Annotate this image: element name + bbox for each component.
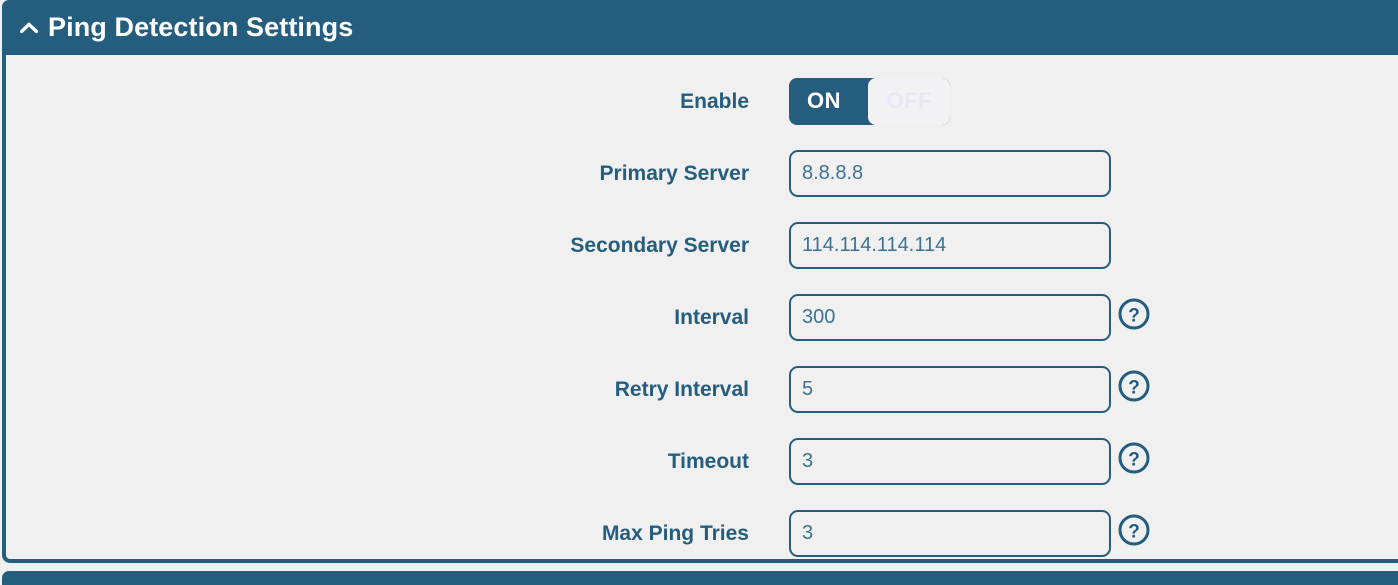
settings-screen: Ping Detection Settings Enable ON OFF Pr… — [0, 0, 1398, 585]
field-control-primary-server — [789, 149, 1157, 197]
panel-header[interactable]: Ping Detection Settings — [2, 0, 1398, 55]
form-row-secondary-server: Secondary Server — [6, 209, 1398, 281]
field-label-retry-interval: Retry Interval — [614, 377, 749, 401]
question-circle-icon[interactable]: ? — [1117, 369, 1151, 403]
svg-text:?: ? — [1128, 378, 1140, 399]
field-label-interval: Interval — [674, 305, 749, 329]
help-spacer — [956, 84, 996, 118]
secondary-server-input[interactable] — [789, 221, 1111, 269]
field-control-retry-interval: ? — [789, 365, 1151, 413]
svg-text:?: ? — [1128, 450, 1140, 471]
form-row-max-ping-tries: Max Ping Tries ? — [6, 497, 1398, 569]
field-control-timeout: ? — [789, 437, 1151, 485]
form-row-timeout: Timeout ? — [6, 425, 1398, 497]
form-row-retry-interval: Retry Interval ? — [6, 353, 1398, 425]
field-control-secondary-server — [789, 221, 1157, 269]
timeout-input[interactable] — [789, 437, 1111, 485]
help-spacer — [1117, 156, 1157, 190]
chevron-up-icon[interactable] — [16, 15, 42, 41]
toggle-on-label: ON — [807, 88, 841, 113]
question-circle-icon[interactable]: ? — [1117, 513, 1151, 547]
retry-interval-input[interactable] — [789, 365, 1111, 413]
svg-text:?: ? — [1128, 306, 1140, 327]
field-label-timeout: Timeout — [667, 449, 749, 473]
question-circle-icon[interactable]: ? — [1117, 297, 1151, 331]
next-panel-header[interactable] — [2, 571, 1398, 585]
field-control-interval: ? — [789, 293, 1151, 341]
max-ping-tries-input[interactable] — [789, 509, 1111, 557]
toggle-off-label: OFF — [886, 88, 932, 113]
form-row-enable: Enable ON OFF — [6, 65, 1398, 137]
primary-server-input[interactable] — [789, 149, 1111, 197]
field-label-max-ping-tries: Max Ping Tries — [601, 521, 749, 545]
interval-input[interactable] — [789, 293, 1111, 341]
panel-body: Enable ON OFF Primary Server 8.8.8.8 Sec… — [2, 55, 1398, 563]
svg-text:?: ? — [1128, 522, 1140, 543]
field-label-secondary-server: Secondary Server — [570, 233, 749, 257]
form-row-interval: Interval ? — [6, 281, 1398, 353]
enable-toggle[interactable]: ON OFF — [789, 77, 950, 125]
field-label-enable: Enable — [680, 89, 749, 113]
form-row-primary-server: Primary Server — [6, 137, 1398, 209]
field-control-enable: ON OFF — [789, 77, 996, 125]
help-spacer — [1117, 228, 1157, 262]
ping-detection-settings-panel: Ping Detection Settings Enable ON OFF Pr… — [2, 0, 1398, 563]
field-label-primary-server: Primary Server — [599, 161, 749, 185]
question-circle-icon[interactable]: ? — [1117, 441, 1151, 475]
field-control-max-ping-tries: ? — [789, 509, 1151, 557]
panel-title: Ping Detection Settings — [48, 12, 354, 42]
